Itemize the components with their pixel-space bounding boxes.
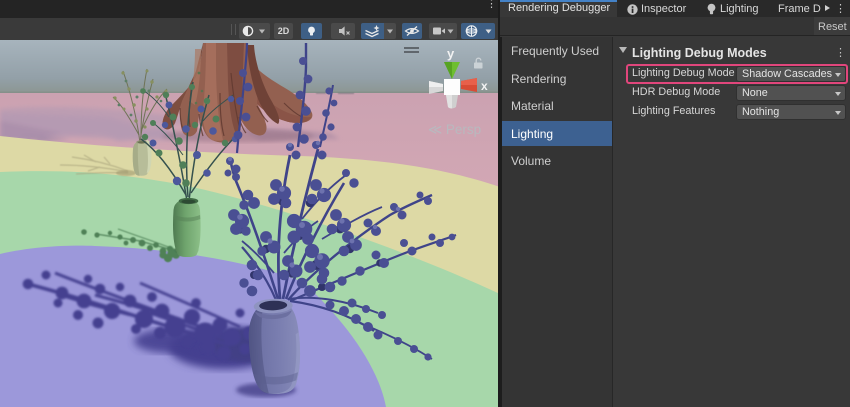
- svg-text:≪ Persp: ≪ Persp: [428, 122, 481, 137]
- svg-text:y: y: [447, 46, 455, 61]
- svg-text:x: x: [481, 79, 488, 93]
